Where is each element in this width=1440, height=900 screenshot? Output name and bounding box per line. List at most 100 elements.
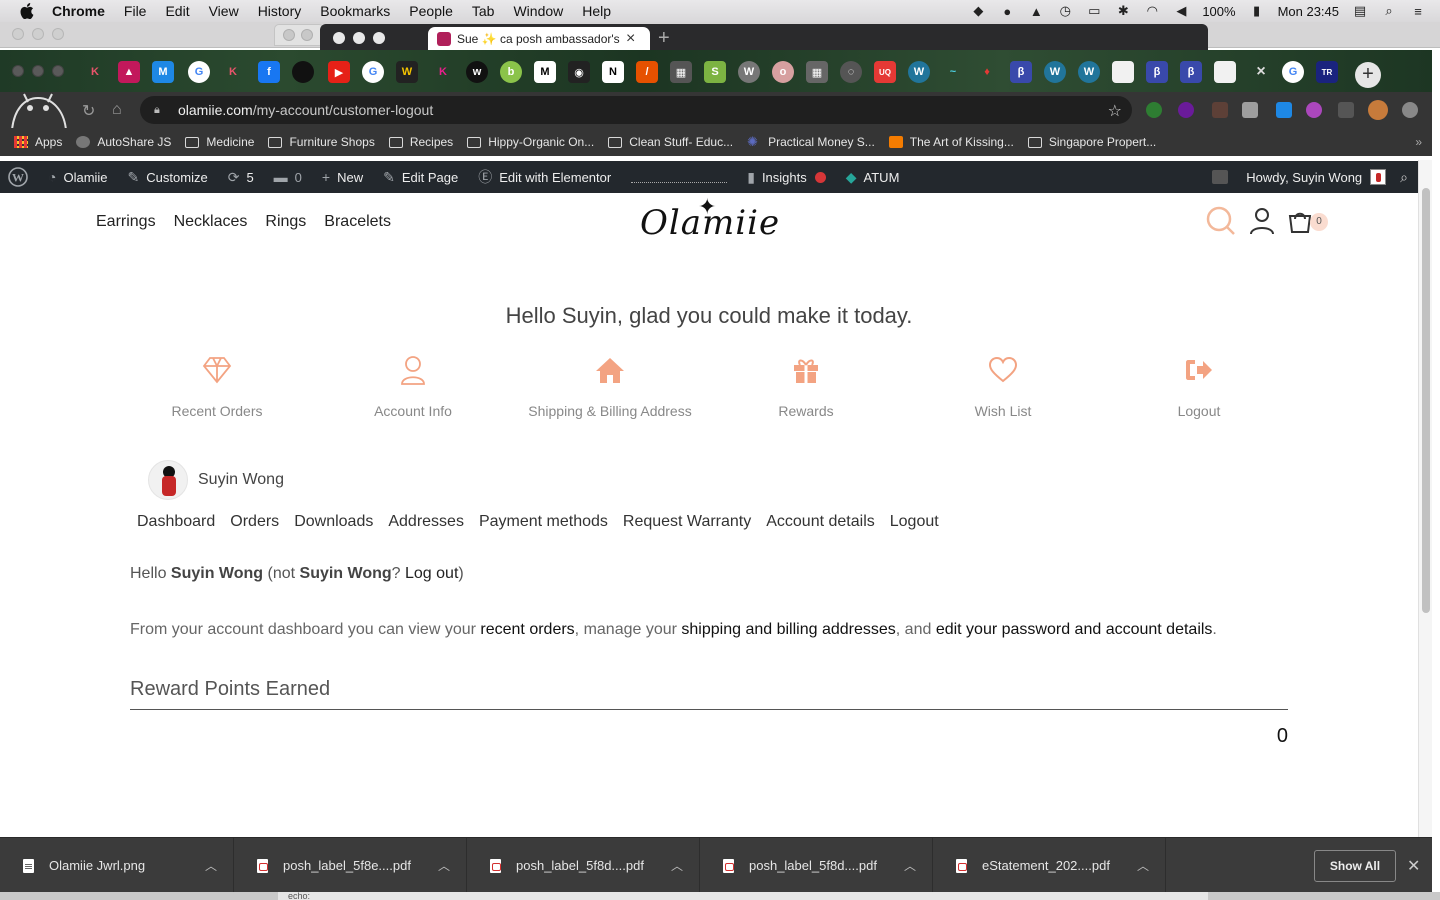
uniqlo-tab-icon[interactable]: UQ bbox=[874, 61, 896, 83]
pinned-tab-icon[interactable] bbox=[1112, 61, 1134, 83]
menu-app-chrome[interactable]: Chrome bbox=[52, 3, 105, 19]
pinned-tab-icon[interactable]: TR bbox=[1316, 61, 1338, 83]
new-tab-button[interactable]: + bbox=[1355, 62, 1381, 88]
chevron-up-icon[interactable]: ︿ bbox=[1137, 857, 1149, 874]
extension-icon[interactable] bbox=[1178, 102, 1194, 118]
download-item[interactable]: posh_label_5f8d....pdf ︿ bbox=[700, 838, 933, 893]
show-all-downloads-button[interactable]: Show All bbox=[1314, 850, 1396, 882]
close-downloads-icon[interactable]: ✕ bbox=[1407, 856, 1420, 876]
google-tab-icon[interactable]: G bbox=[188, 61, 210, 83]
pinned-tab-icon[interactable]: ♦ bbox=[976, 61, 998, 83]
window-close-dot[interactable] bbox=[12, 65, 24, 77]
home-icon[interactable]: ⌂ bbox=[112, 101, 122, 119]
pinned-tab-icon[interactable]: b bbox=[500, 61, 522, 83]
wp-site-name[interactable]: ◔ Olamiie bbox=[48, 169, 108, 185]
background-active-tab[interactable]: Sue ✨ ca posh ambassador's × bbox=[428, 27, 650, 50]
recent-orders-link[interactable]: recent orders bbox=[480, 621, 574, 638]
window-minimize-dot[interactable] bbox=[32, 65, 44, 77]
extension-icon[interactable] bbox=[1276, 102, 1292, 118]
google-tab-icon[interactable]: G bbox=[362, 61, 384, 83]
chevron-up-icon[interactable]: ︿ bbox=[205, 857, 217, 874]
tab-close-icon[interactable]: × bbox=[1250, 61, 1272, 83]
tab-close-icon[interactable]: × bbox=[626, 30, 642, 48]
address-bar[interactable]: 🔒︎ olamiie.com/my-account/customer-logou… bbox=[140, 96, 1132, 124]
bluetooth-icon[interactable]: ✱ bbox=[1115, 3, 1131, 18]
notion-tab-icon[interactable]: N bbox=[602, 61, 624, 83]
wp-comments[interactable]: ▬ 0 bbox=[274, 169, 302, 185]
notification-center-icon[interactable]: ≡ bbox=[1410, 4, 1426, 19]
nav-rings[interactable]: Rings bbox=[265, 213, 306, 231]
bookmark-clean-stuff[interactable]: Clean Stuff- Educ... bbox=[608, 135, 733, 149]
current-tab-icon[interactable] bbox=[1214, 61, 1236, 83]
bookmark-singapore-property[interactable]: Singapore Propert... bbox=[1027, 135, 1156, 149]
pinned-tab-icon[interactable]: ◌ bbox=[840, 61, 862, 83]
reload-icon[interactable]: ↻ bbox=[82, 101, 95, 121]
tile-shipping-billing[interactable]: Shipping & Billing Address bbox=[512, 353, 708, 419]
eyedropper-extension-icon[interactable] bbox=[1212, 102, 1228, 118]
tile-account-info[interactable]: Account Info bbox=[315, 353, 511, 419]
page-scrollbar[interactable] bbox=[1418, 160, 1432, 837]
site-logo[interactable]: Olamiie ✦ bbox=[640, 195, 790, 253]
account-nav-downloads[interactable]: Downloads bbox=[294, 513, 373, 531]
new-tab-plus-icon[interactable]: + bbox=[658, 27, 670, 49]
nav-earrings[interactable]: Earrings bbox=[96, 213, 156, 231]
volume-icon[interactable]: ◀ bbox=[1173, 3, 1189, 18]
tile-logout[interactable]: Logout bbox=[1101, 353, 1297, 419]
window-maximize-dot[interactable] bbox=[52, 65, 64, 77]
pinned-tab-icon[interactable]: β bbox=[1010, 61, 1032, 83]
bookmark-art-of-kissing[interactable]: The Art of Kissing... bbox=[888, 135, 1014, 149]
pinned-tab-icon[interactable]: / bbox=[636, 61, 658, 83]
addresses-link[interactable]: shipping and billing addresses bbox=[681, 621, 895, 638]
evernote-icon[interactable]: ▲ bbox=[1028, 4, 1044, 19]
bookmark-practical-money[interactable]: ✺ Practical Money S... bbox=[747, 135, 875, 149]
pinned-tab-icon[interactable]: β bbox=[1180, 61, 1202, 83]
wp-edit-page[interactable]: ✎ Edit Page bbox=[383, 169, 458, 186]
pinned-tab-icon[interactable]: β bbox=[1146, 61, 1168, 83]
menu-edit[interactable]: Edit bbox=[165, 3, 189, 19]
wp-search-icon[interactable]: ⌕ bbox=[1400, 169, 1408, 186]
account-nav-dashboard[interactable]: Dashboard bbox=[137, 513, 215, 531]
extension-icon[interactable] bbox=[1242, 102, 1258, 118]
bookmarks-overflow-icon[interactable]: » bbox=[1415, 135, 1422, 149]
account-nav-payment-methods[interactable]: Payment methods bbox=[479, 513, 608, 531]
pinned-tab-icon[interactable] bbox=[292, 61, 314, 83]
us-flag-icon[interactable]: ▤ bbox=[1352, 3, 1368, 18]
chevron-up-icon[interactable]: ︿ bbox=[671, 857, 683, 874]
menu-tab[interactable]: Tab bbox=[472, 3, 495, 19]
menubar-clock[interactable]: Mon 23:45 bbox=[1278, 4, 1339, 19]
account-nav-addresses[interactable]: Addresses bbox=[388, 513, 464, 531]
account-nav-logout[interactable]: Logout bbox=[890, 513, 939, 531]
chevron-up-icon[interactable]: ︿ bbox=[438, 857, 450, 874]
dark-close-dot[interactable] bbox=[333, 32, 345, 44]
airplay-icon[interactable]: ▭ bbox=[1086, 3, 1102, 18]
tile-rewards[interactable]: Rewards bbox=[708, 353, 904, 419]
account-nav-request-warranty[interactable]: Request Warranty bbox=[623, 513, 751, 531]
menu-view[interactable]: View bbox=[209, 3, 239, 19]
time-machine-icon[interactable]: ◷ bbox=[1057, 3, 1073, 18]
pinned-tab-icon[interactable]: ~ bbox=[942, 61, 964, 83]
wordpress-tab-icon[interactable]: W bbox=[908, 61, 930, 83]
wp-new[interactable]: + New bbox=[322, 169, 363, 185]
menu-history[interactable]: History bbox=[258, 3, 302, 19]
download-item[interactable]: eStatement_202....pdf ︿ bbox=[933, 838, 1166, 893]
shopify-tab-icon[interactable]: S bbox=[704, 61, 726, 83]
chevron-up-icon[interactable]: ︿ bbox=[904, 857, 916, 874]
bookmark-hippy[interactable]: Hippy-Organic On... bbox=[467, 135, 594, 149]
menu-people[interactable]: People bbox=[409, 3, 453, 19]
wifi-icon[interactable]: ◠ bbox=[1144, 3, 1160, 18]
dark-max-dot[interactable] bbox=[373, 32, 385, 44]
account-details-link[interactable]: edit your password and account details bbox=[936, 621, 1213, 638]
menu-bookmarks[interactable]: Bookmarks bbox=[320, 3, 390, 19]
pinned-tab-icon[interactable]: o bbox=[772, 61, 794, 83]
spotlight-search-icon[interactable]: ⌕ bbox=[1381, 3, 1397, 18]
download-item[interactable]: Olamiie Jwrl.png ︿ bbox=[0, 838, 234, 893]
bookmark-autoshare[interactable]: AutoShare JS bbox=[76, 135, 171, 149]
wp-updates[interactable]: ⟳ 5 bbox=[228, 169, 254, 186]
pinned-tab-icon[interactable]: K bbox=[222, 61, 244, 83]
wordpress-tab-icon[interactable]: W bbox=[1044, 61, 1066, 83]
bookmark-recipes[interactable]: Recipes bbox=[388, 135, 453, 149]
wp-customize[interactable]: ✎ Customize bbox=[128, 169, 208, 186]
wp-howdy[interactable]: Howdy, Suyin Wong bbox=[1246, 170, 1362, 185]
notification-icon[interactable] bbox=[1212, 170, 1229, 184]
pinned-tab-icon[interactable]: w bbox=[466, 61, 488, 83]
